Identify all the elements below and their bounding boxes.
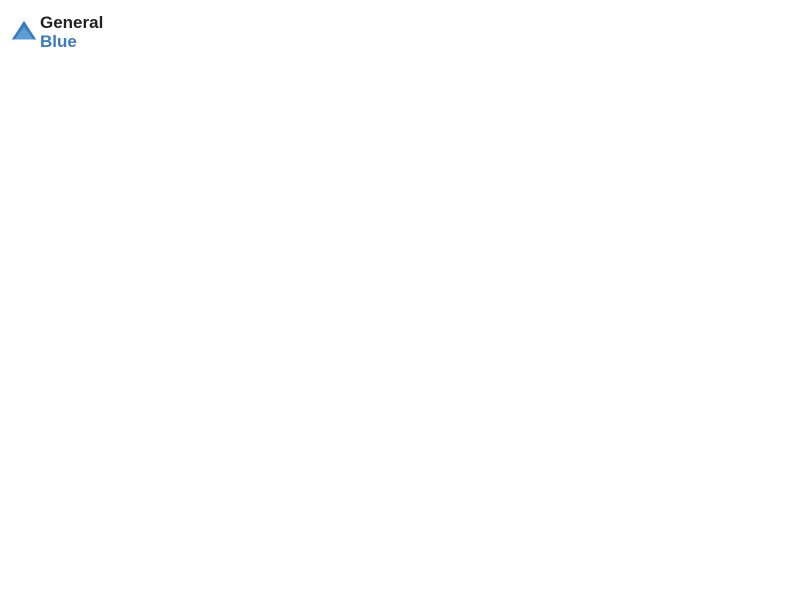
logo-line1: General [40, 14, 103, 33]
logo: General Blue [10, 14, 103, 51]
logo-line2: Blue [40, 33, 103, 52]
page-header: General Blue [10, 10, 782, 51]
